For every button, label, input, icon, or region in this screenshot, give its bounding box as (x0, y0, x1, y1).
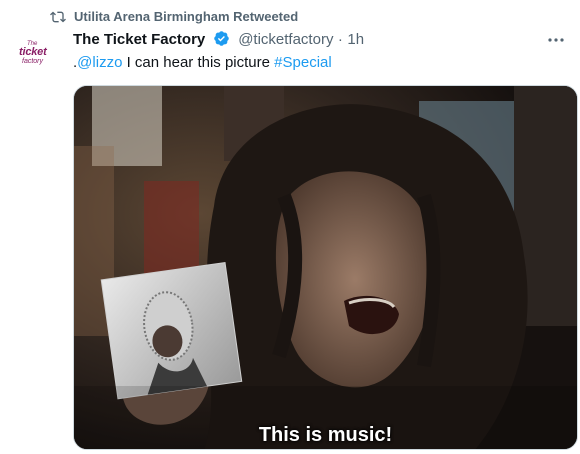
tweet-text: .@lizzo I can hear this picture #Special (73, 53, 332, 73)
media-image (74, 86, 577, 449)
media-subtitle: This is music! (258, 424, 393, 446)
hashtag-link[interactable]: #Special (274, 54, 332, 71)
album-cover (100, 261, 243, 400)
tweet-header: The Ticket Factory @ticketfactory · 1h (73, 30, 364, 50)
timestamp[interactable]: 1h (347, 31, 364, 48)
display-name[interactable]: The Ticket Factory (73, 31, 205, 48)
mention-link[interactable]: @lizzo (77, 54, 122, 71)
author-handle[interactable]: @ticketfactory (238, 31, 333, 48)
avatar[interactable]: The ticket factory (16, 35, 56, 75)
retweet-icon (50, 11, 66, 23)
separator-dot: · (337, 31, 343, 48)
tweet-media[interactable]: This is music! (73, 85, 578, 450)
social-context[interactable]: Utilita Arena Birmingham Retweeted (0, 6, 580, 28)
more-options-icon[interactable] (546, 32, 566, 48)
avatar-text-line: ticket (19, 46, 47, 58)
verified-badge-icon (213, 31, 229, 46)
tweet-body: I can hear this picture (122, 54, 275, 71)
retweeted-by-label[interactable]: Utilita Arena Birmingham Retweeted (74, 9, 298, 24)
avatar-text-line: factory (22, 58, 44, 65)
